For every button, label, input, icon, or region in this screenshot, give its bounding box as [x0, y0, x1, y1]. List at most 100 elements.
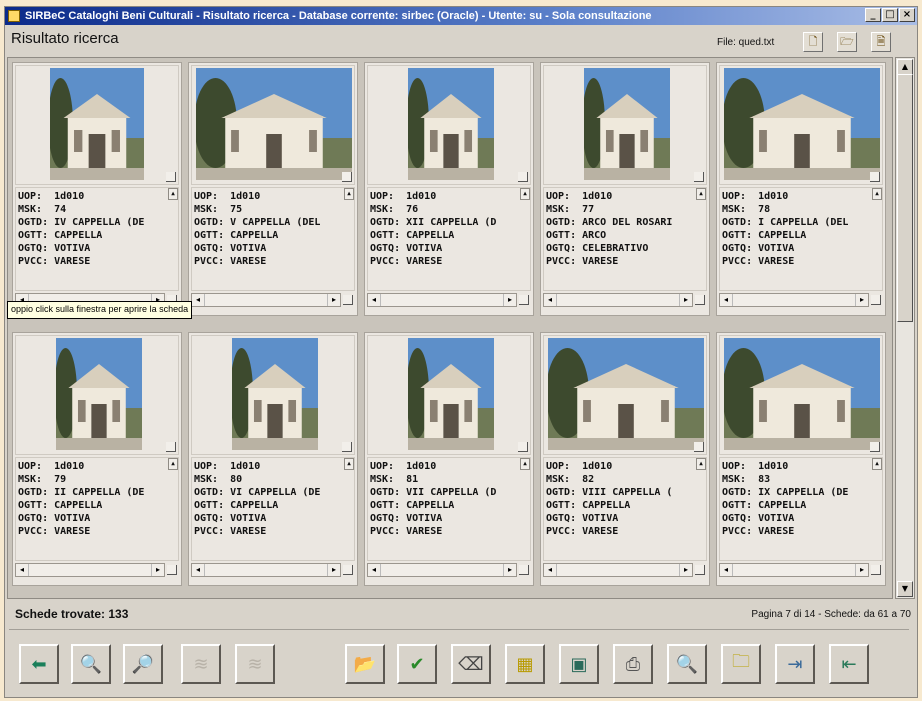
export-button[interactable]: ⇥ [775, 644, 815, 684]
record-scroll-up-icon[interactable]: ▲ [520, 188, 530, 200]
resize-grip[interactable] [871, 565, 881, 575]
horizontal-scrollbar[interactable]: ◂ ▸ [15, 563, 165, 577]
image-view-button[interactable]: ▣ [559, 644, 599, 684]
record-scroll-up-icon[interactable]: ▲ [344, 458, 354, 470]
resize-grip[interactable] [518, 172, 528, 182]
record-card[interactable]: UOP: 1d010 MSK: 77 OGTD: ARCO DEL ROSARI OG… [540, 62, 710, 316]
scroll-right-arrow-icon[interactable]: ▸ [503, 294, 516, 306]
resize-grip[interactable] [343, 295, 353, 305]
minimize-button[interactable]: _ [865, 8, 881, 22]
resize-grip[interactable] [519, 295, 529, 305]
resize-grip[interactable] [871, 295, 881, 305]
chapel-photo[interactable] [56, 338, 142, 450]
scroll-right-arrow-icon[interactable]: ▸ [327, 564, 340, 576]
record-card[interactable]: UOP: 1d010 MSK: 74 OGTD: IV CAPPELLA (DE OG… [12, 62, 182, 316]
resize-grip[interactable] [695, 295, 705, 305]
resize-grip[interactable] [342, 442, 352, 452]
scroll-left-arrow-icon[interactable]: ◂ [192, 564, 205, 576]
chapel-photo[interactable] [232, 338, 318, 450]
record-scroll-up-icon[interactable]: ▲ [872, 188, 882, 200]
scroll-left-arrow-icon[interactable]: ◂ [720, 564, 733, 576]
scroll-left-arrow-icon[interactable]: ◂ [192, 294, 205, 306]
disabled-tool-alt-button[interactable]: ≋ [235, 644, 275, 684]
calculator-button[interactable]: ▦ [505, 644, 545, 684]
resize-grip[interactable] [519, 565, 529, 575]
scroll-left-arrow-icon[interactable]: ◂ [544, 294, 557, 306]
folder-note-button[interactable]: 🗀 [721, 644, 761, 684]
horizontal-scrollbar[interactable]: ◂ ▸ [719, 293, 869, 307]
horizontal-scrollbar[interactable]: ◂ ▸ [543, 293, 693, 307]
scroll-right-arrow-icon[interactable]: ▸ [679, 564, 692, 576]
maximize-button[interactable]: □ [882, 8, 898, 22]
open-folder-button[interactable]: 🗁 [837, 32, 857, 52]
horizontal-scrollbar[interactable]: ◂ ▸ [191, 563, 341, 577]
chapel-photo[interactable] [196, 68, 352, 180]
scroll-left-arrow-icon[interactable]: ◂ [368, 564, 381, 576]
resize-grip[interactable] [870, 172, 880, 182]
resize-grip[interactable] [166, 442, 176, 452]
scroll-down-arrow-icon[interactable]: ▼ [897, 581, 913, 597]
save-file-button[interactable]: 🗎 [871, 32, 891, 52]
scroll-right-arrow-icon[interactable]: ▸ [679, 294, 692, 306]
record-scroll-up-icon[interactable]: ▲ [520, 458, 530, 470]
resize-grip[interactable] [167, 565, 177, 575]
chapel-photo[interactable] [724, 338, 880, 450]
resize-grip[interactable] [694, 172, 704, 182]
horizontal-scrollbar[interactable]: ◂ ▸ [367, 563, 517, 577]
scroll-left-arrow-icon[interactable]: ◂ [368, 294, 381, 306]
resize-grip[interactable] [342, 172, 352, 182]
resize-grip[interactable] [695, 565, 705, 575]
record-scroll-up-icon[interactable]: ▲ [872, 458, 882, 470]
scroll-right-arrow-icon[interactable]: ▸ [855, 564, 868, 576]
resize-grip[interactable] [166, 172, 176, 182]
chapel-photo[interactable] [408, 68, 494, 180]
record-scroll-up-icon[interactable]: ▲ [696, 188, 706, 200]
new-file-button[interactable]: 🗋 [803, 32, 823, 52]
resize-grip[interactable] [694, 442, 704, 452]
horizontal-scrollbar[interactable]: ◂ ▸ [367, 293, 517, 307]
print-preview-button[interactable]: 🔍 [667, 644, 707, 684]
record-card[interactable]: UOP: 1d010 MSK: 78 OGTD: I CAPPELLA (DEL OG… [716, 62, 886, 316]
search-map-button[interactable]: 🔍 [71, 644, 111, 684]
scroll-left-arrow-icon[interactable]: ◂ [720, 294, 733, 306]
chapel-photo[interactable] [408, 338, 494, 450]
import-button[interactable]: ⇤ [829, 644, 869, 684]
close-button[interactable]: × [899, 8, 915, 22]
resize-grip[interactable] [870, 442, 880, 452]
record-card[interactable]: UOP: 1d010 MSK: 79 OGTD: II CAPPELLA (DE OG… [12, 332, 182, 586]
record-card[interactable]: UOP: 1d010 MSK: 81 OGTD: VII CAPPELLA (D OG… [364, 332, 534, 586]
horizontal-scrollbar[interactable]: ◂ ▸ [719, 563, 869, 577]
scroll-right-arrow-icon[interactable]: ▸ [327, 294, 340, 306]
record-card[interactable]: UOP: 1d010 MSK: 76 OGTD: XII CAPPELLA (D OG… [364, 62, 534, 316]
scroll-left-arrow-icon[interactable]: ◂ [544, 564, 557, 576]
scroll-left-arrow-icon[interactable]: ◂ [16, 564, 29, 576]
vertical-scrollbar[interactable]: ▲ ▼ [895, 57, 915, 599]
eraser-button[interactable]: ⌫ [451, 644, 491, 684]
checkmark-button[interactable]: ✔ [397, 644, 437, 684]
chapel-photo[interactable] [724, 68, 880, 180]
record-card[interactable]: UOP: 1d010 MSK: 82 OGTD: VIII CAPPELLA (OG… [540, 332, 710, 586]
record-card[interactable]: UOP: 1d010 MSK: 75 OGTD: V CAPPELLA (DEL OG… [188, 62, 358, 316]
resize-grip[interactable] [518, 442, 528, 452]
chapel-photo[interactable] [50, 68, 144, 180]
horizontal-scrollbar[interactable]: ◂ ▸ [191, 293, 341, 307]
chapel-photo[interactable] [548, 338, 704, 450]
scroll-right-arrow-icon[interactable]: ▸ [503, 564, 516, 576]
record-scroll-up-icon[interactable]: ▲ [344, 188, 354, 200]
scroll-up-arrow-icon[interactable]: ▲ [897, 59, 913, 75]
record-card[interactable]: UOP: 1d010 MSK: 83 OGTD: IX CAPPELLA (DE OG… [716, 332, 886, 586]
record-scroll-up-icon[interactable]: ▲ [696, 458, 706, 470]
print-button[interactable]: ⎙ [613, 644, 653, 684]
back-arrow-button[interactable]: ⬅ [19, 644, 59, 684]
horizontal-scrollbar[interactable]: ◂ ▸ [543, 563, 693, 577]
scroll-thumb[interactable] [897, 74, 913, 322]
folder-hand-button[interactable]: 📂 [345, 644, 385, 684]
disabled-tool-button[interactable]: ≋ [181, 644, 221, 684]
title-bar[interactable]: SIRBeC Cataloghi Beni Culturali - Risult… [5, 7, 917, 25]
search-map-alt-button[interactable]: 🔎 [123, 644, 163, 684]
record-scroll-up-icon[interactable]: ▲ [168, 458, 178, 470]
scroll-right-arrow-icon[interactable]: ▸ [855, 294, 868, 306]
scroll-right-arrow-icon[interactable]: ▸ [151, 564, 164, 576]
chapel-photo[interactable] [584, 68, 670, 180]
record-scroll-up-icon[interactable]: ▲ [168, 188, 178, 200]
